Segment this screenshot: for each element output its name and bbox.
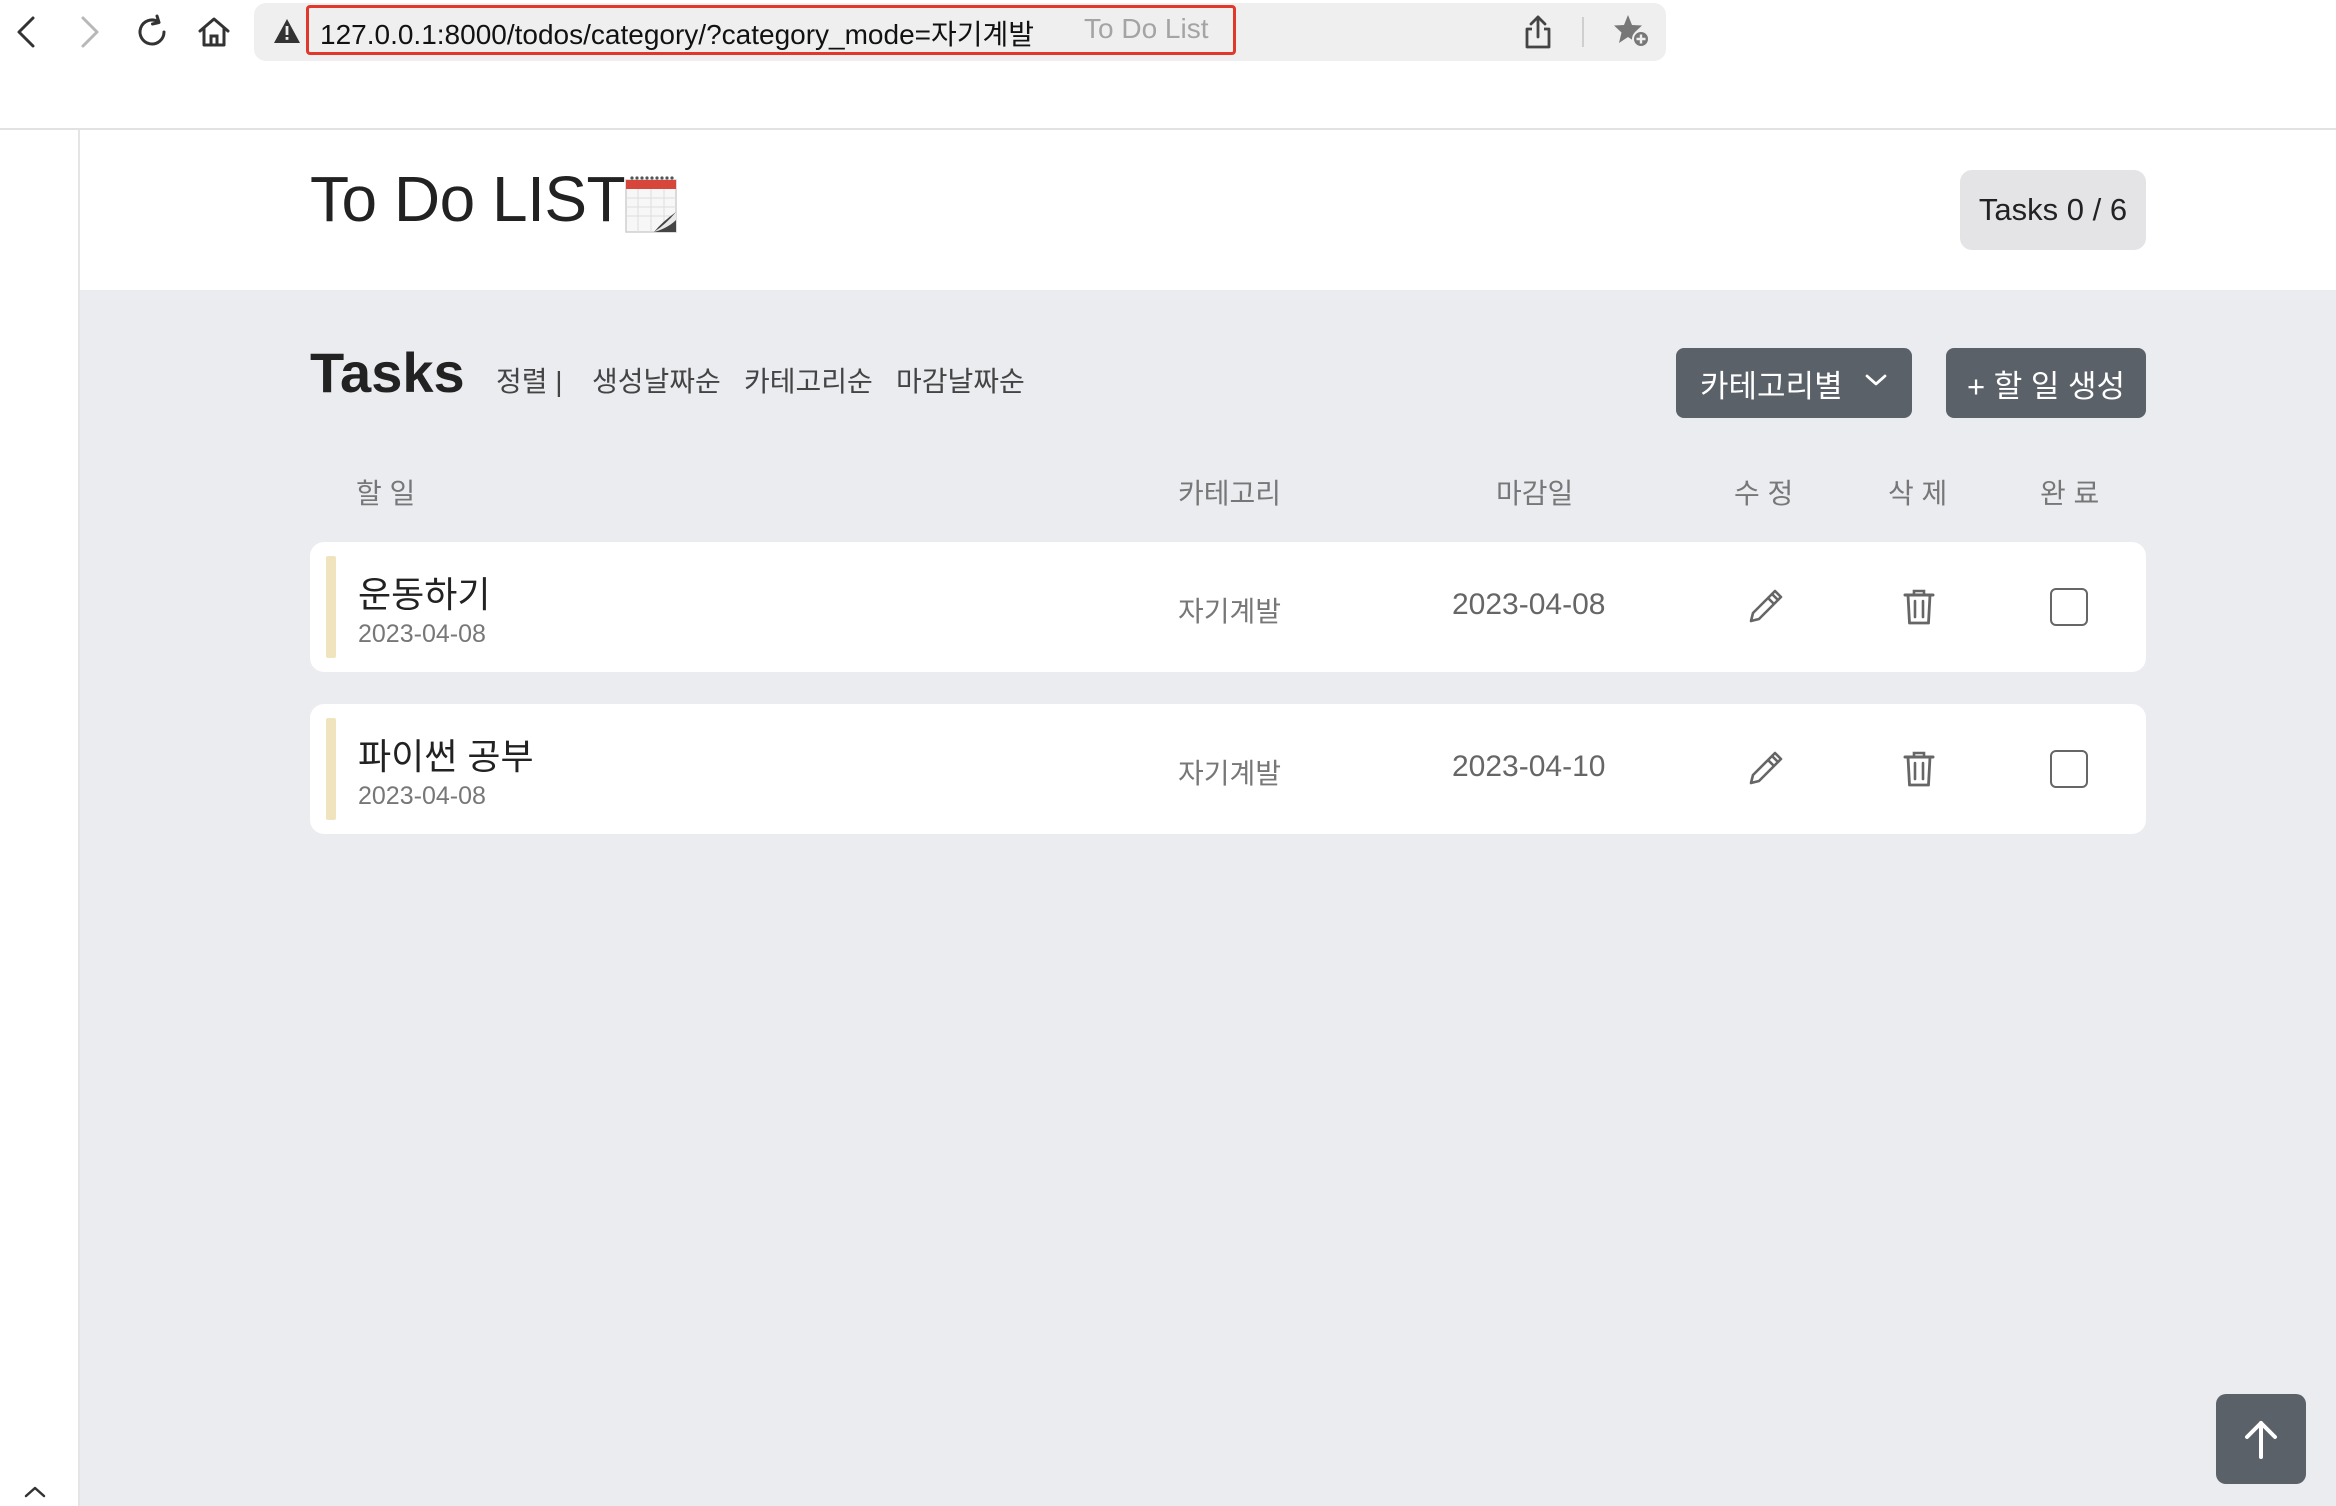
sort-by-category-link[interactable]: 카테고리순 (744, 360, 873, 400)
trash-icon (1903, 751, 1935, 787)
category-dropdown[interactable]: 카테고리별 (1676, 348, 1912, 418)
complete-checkbox[interactable] (2050, 588, 2088, 626)
task-category: 자기계발 (1178, 758, 1282, 789)
task-accent-bar (326, 556, 336, 658)
task-due-date: 2023-04-10 (1452, 750, 1606, 783)
column-header-done: 완 료 (2040, 478, 2100, 509)
delete-task-button[interactable] (1894, 582, 1944, 632)
left-sidebar-strip (0, 130, 80, 1506)
address-separator (1582, 17, 1584, 47)
sort-by-due-link[interactable]: 마감날짜순 (896, 360, 1025, 400)
sort-label: 정렬 | (496, 366, 563, 397)
trash-icon (1903, 589, 1935, 625)
collapse-caret-icon[interactable] (22, 1484, 48, 1500)
task-title: 파이썬 공부 (358, 736, 534, 777)
back-button[interactable] (4, 10, 48, 54)
task-row: 파이썬 공부 2023-04-08 자기계발 2023-04-10 (310, 704, 2146, 834)
pencil-icon (1749, 589, 1783, 623)
forward-button[interactable] (68, 10, 112, 54)
task-category: 자기계발 (1178, 596, 1282, 627)
address-bar[interactable]: 127.0.0.1:8000/todos/category/?category_… (254, 3, 1666, 61)
category-dropdown-label: 카테고리별 (1700, 368, 1843, 404)
task-accent-bar (326, 718, 336, 820)
address-page-title: To Do List (1084, 13, 1209, 44)
reload-button[interactable] (130, 10, 174, 54)
chevron-down-icon (1865, 374, 1887, 386)
add-favorite-icon[interactable] (1612, 13, 1650, 49)
column-header-task: 할 일 (356, 478, 416, 509)
calendar-icon (625, 176, 677, 233)
add-task-button[interactable]: + 할 일 생성 (1946, 348, 2146, 418)
task-due-date: 2023-04-08 (1452, 588, 1606, 621)
arrow-up-icon (2245, 1421, 2277, 1459)
scroll-to-top-button[interactable] (2216, 1394, 2306, 1484)
edit-task-button[interactable] (1740, 582, 1790, 632)
browser-toolbar: 127.0.0.1:8000/todos/category/?category_… (0, 0, 2336, 130)
task-title: 운동하기 (358, 574, 491, 615)
address-url[interactable]: 127.0.0.1:8000/todos/category/?category_… (320, 13, 1034, 53)
sort-by-created-link[interactable]: 생성날짜순 (592, 360, 721, 400)
column-header-category: 카테고리 (1178, 478, 1282, 509)
task-row: 운동하기 2023-04-08 자기계발 2023-04-08 (310, 542, 2146, 672)
complete-checkbox[interactable] (2050, 750, 2088, 788)
home-button[interactable] (192, 10, 236, 54)
task-created-date: 2023-04-08 (358, 620, 486, 648)
column-header-edit: 수 정 (1734, 478, 1794, 509)
tasks-counter-badge: Tasks 0 / 6 (1960, 170, 2146, 250)
column-header-delete: 삭 제 (1888, 478, 1948, 509)
back-arrow-icon (17, 16, 35, 48)
column-header-due: 마감일 (1496, 478, 1574, 509)
page-title: To Do LIST (310, 163, 626, 235)
reload-icon (138, 14, 166, 46)
warning-icon (274, 19, 300, 43)
pencil-icon (1749, 751, 1783, 785)
edit-task-button[interactable] (1740, 744, 1790, 794)
tasks-section-title: Tasks (310, 341, 465, 404)
home-icon (198, 17, 230, 47)
share-icon[interactable] (1522, 13, 1554, 51)
forward-arrow-icon (81, 16, 99, 48)
task-created-date: 2023-04-08 (358, 782, 486, 810)
delete-task-button[interactable] (1894, 744, 1944, 794)
